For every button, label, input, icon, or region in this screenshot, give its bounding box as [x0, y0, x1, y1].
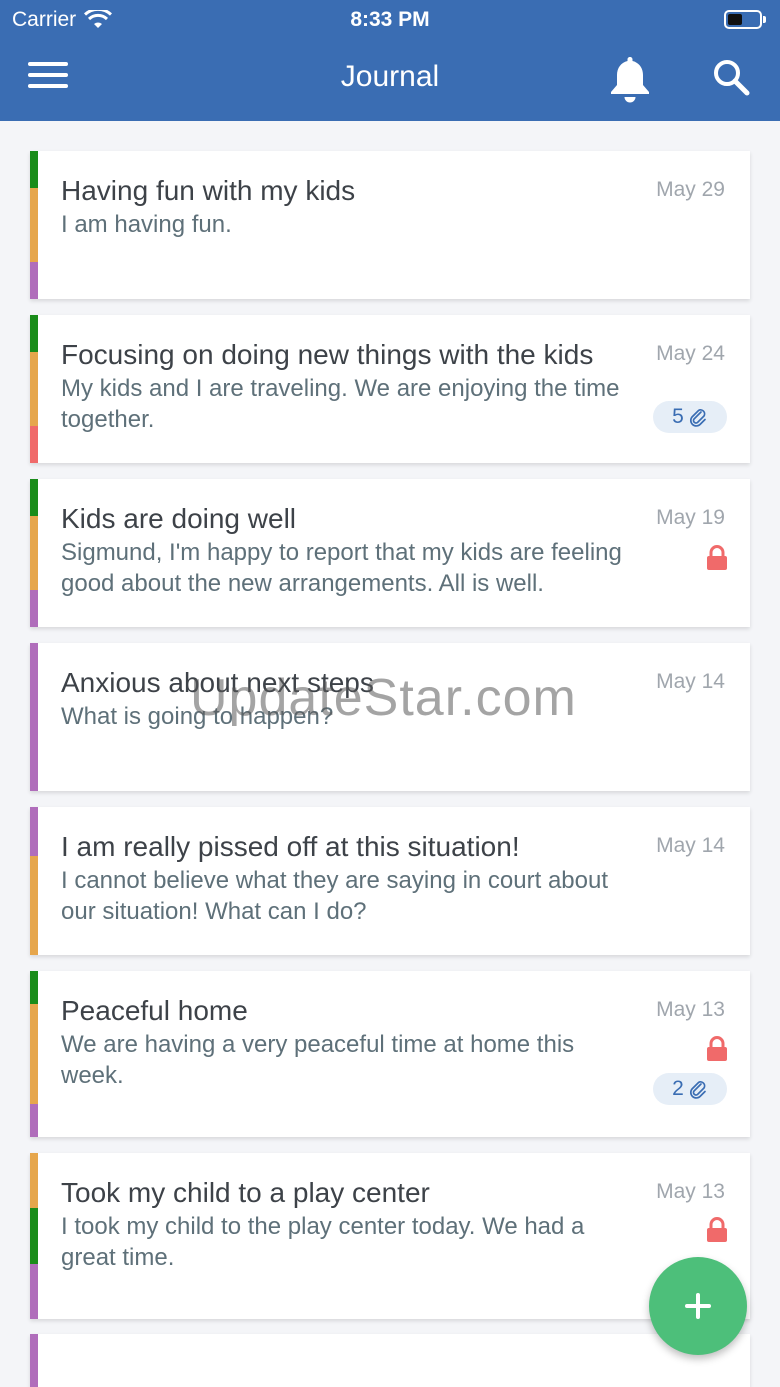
lock-icon [707, 1036, 727, 1061]
mood-tag-bar [30, 151, 38, 299]
mood-tag-bar [30, 807, 38, 955]
nav-bar: Journal [0, 40, 780, 121]
journal-entry-card[interactable]: Kids are doing well Sigmund, I'm happy to… [30, 479, 750, 627]
add-entry-button[interactable] [649, 1257, 747, 1355]
attachment-badge: 2 [653, 1073, 727, 1105]
entry-preview: I cannot believe what they are saying in… [61, 867, 609, 925]
mood-tag-segment [30, 315, 38, 352]
attachment-count: 2 [672, 1077, 684, 1100]
journal-entry-card[interactable]: I am really pissed off at this situation… [30, 807, 750, 955]
mood-tag-segment [30, 856, 38, 955]
mood-tag-segment [30, 1004, 38, 1104]
mood-tag-segment [30, 643, 38, 791]
mood-tag-segment [30, 590, 38, 627]
lock-icon [707, 1217, 727, 1242]
entry-preview: I am having fun. [61, 211, 232, 238]
journal-entry-card[interactable]: Peaceful home We are having a very peacef… [30, 971, 750, 1137]
entry-date: May 14 [656, 834, 725, 857]
app-header: Carrier 8:33 PM Journal [0, 0, 780, 121]
mood-tag-segment [30, 151, 38, 188]
entry-preview: My kids and I are traveling. We are enjo… [61, 375, 620, 433]
lock-icon [707, 545, 727, 570]
mood-tag-bar [30, 643, 38, 791]
entry-title: I am really pissed off at this situation… [61, 831, 520, 862]
mood-tag-segment [30, 188, 38, 262]
mood-tag-segment [30, 1334, 38, 1387]
mood-tag-bar [30, 971, 38, 1137]
entry-title: Anxious about next steps [61, 667, 374, 698]
page-title: Journal [340, 60, 440, 93]
mood-tag-segment [30, 352, 38, 426]
mood-tag-segment [30, 516, 38, 590]
mood-tag-segment [30, 971, 38, 1005]
status-time: 8:33 PM [350, 8, 430, 31]
mood-tag-segment [30, 1153, 38, 1209]
mood-tag-segment [30, 1208, 38, 1264]
battery-icon [724, 10, 766, 29]
search-icon[interactable] [710, 56, 752, 98]
mood-tag-bar [30, 315, 38, 463]
entry-preview: What is going to happen? [61, 703, 334, 730]
mood-tag-segment [30, 479, 38, 516]
mood-tag-bar [30, 479, 38, 627]
journal-entry-card[interactable] [30, 1334, 750, 1387]
mood-tag-segment [30, 1263, 38, 1319]
entry-date: May 13 [656, 1180, 725, 1203]
journal-entry-card[interactable]: Having fun with my kids I am having fun. M… [30, 151, 750, 299]
entry-date: May 24 [656, 342, 725, 365]
mood-tag-segment [30, 262, 38, 299]
attachment-count: 5 [672, 405, 684, 428]
journal-entry-card[interactable]: Focusing on doing new things with the ki… [30, 315, 750, 463]
entry-title: Took my child to a play center [61, 1177, 430, 1208]
mood-tag-segment [30, 807, 38, 857]
entry-title: Having fun with my kids [61, 175, 356, 206]
paperclip-icon [689, 1081, 706, 1099]
mood-tag-segment [30, 426, 38, 463]
bell-icon[interactable] [606, 54, 654, 104]
entry-title: Peaceful home [61, 995, 248, 1026]
paperclip-icon [689, 409, 706, 427]
menu-icon[interactable] [28, 62, 68, 92]
entry-title: Kids are doing well [61, 503, 297, 534]
entry-preview: I took my child to the play center today… [61, 1213, 585, 1271]
status-bar: Carrier 8:33 PM [0, 0, 780, 40]
journal-entry-card[interactable]: Anxious about next steps What is going to… [30, 643, 750, 791]
entry-preview: We are having a very peaceful time at ho… [61, 1031, 575, 1089]
mood-tag-bar [30, 1153, 38, 1319]
entry-date: May 14 [656, 670, 725, 693]
entry-title: Focusing on doing new things with the ki… [61, 339, 594, 370]
mood-tag-bar [30, 1334, 38, 1387]
mood-tag-segment [30, 1103, 38, 1137]
attachment-badge: 5 [653, 401, 727, 433]
entry-preview: Sigmund, I'm happy to report that my kid… [61, 539, 622, 597]
entry-date: May 19 [656, 506, 725, 529]
entry-date: May 29 [656, 178, 725, 201]
journal-entry-card[interactable]: Took my child to a play center I took my … [30, 1153, 750, 1319]
entry-date: May 13 [656, 998, 725, 1021]
